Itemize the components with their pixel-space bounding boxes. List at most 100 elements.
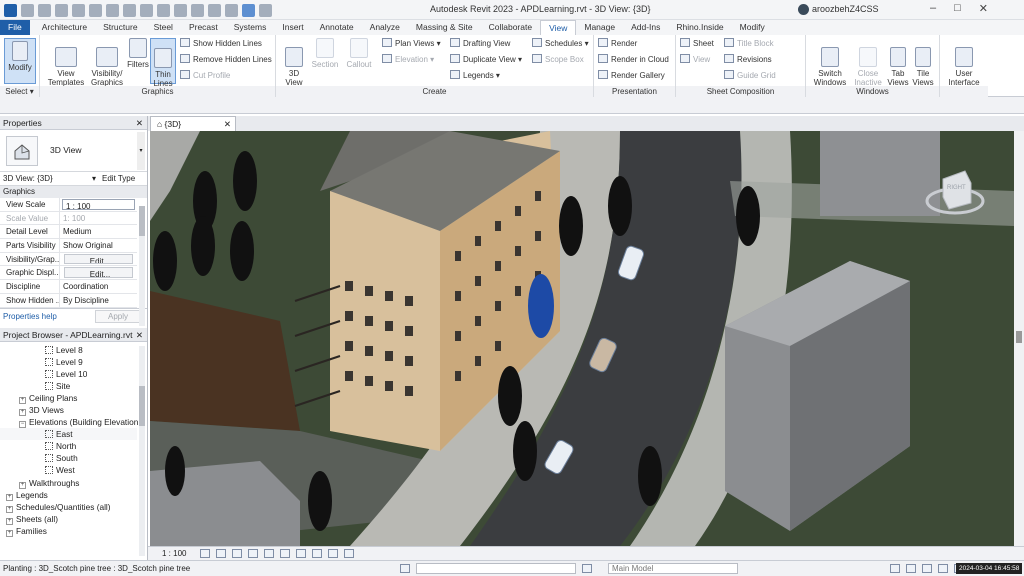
- visibility-graphics-button[interactable]: Visibility/ Graphics: [88, 38, 126, 87]
- sun-path-icon[interactable]: [232, 549, 242, 558]
- view-cube[interactable]: RIGHT: [925, 161, 985, 221]
- property-edit-button[interactable]: Edit...: [64, 267, 133, 279]
- chevron-down-icon[interactable]: ▾: [92, 172, 96, 186]
- user-interface-button[interactable]: User Interface: [944, 38, 984, 87]
- sheet-button[interactable]: Sheet: [680, 38, 714, 50]
- property-value[interactable]: By Discipline: [60, 294, 137, 307]
- 3d-viewport[interactable]: RIGHT: [150, 131, 1014, 546]
- tab-analyze[interactable]: Analyze: [362, 20, 408, 35]
- select-by-face-icon[interactable]: [938, 564, 948, 573]
- shadows-icon[interactable]: [248, 549, 258, 558]
- edit-type-button[interactable]: Edit Type: [102, 172, 135, 186]
- 3d-view-button[interactable]: 3D View: [280, 38, 308, 87]
- selected-scotch-pine-tree[interactable]: [528, 274, 554, 338]
- print-icon[interactable]: [106, 3, 119, 17]
- panel-label-select[interactable]: Select ▾: [0, 86, 39, 97]
- browser-item[interactable]: + Ceiling Plans: [0, 392, 137, 404]
- tab-precast[interactable]: Precast: [181, 20, 226, 35]
- user-name[interactable]: aroozbehZ4CSS: [812, 4, 879, 14]
- group-graphics[interactable]: Graphics: [0, 186, 147, 198]
- render-gallery-button[interactable]: Render Gallery: [598, 70, 665, 82]
- expand-icon[interactable]: +: [19, 396, 26, 404]
- render-dialog-icon[interactable]: [264, 549, 274, 558]
- thin-lines-button[interactable]: Thin Lines: [150, 38, 176, 88]
- callout-button[interactable]: Callout: [342, 38, 376, 69]
- redo-icon[interactable]: [89, 3, 102, 17]
- browser-item[interactable]: West: [0, 464, 137, 476]
- browser-item[interactable]: Level 8: [0, 344, 137, 356]
- 3d-view-icon[interactable]: [191, 3, 204, 17]
- browser-item[interactable]: Level 9: [0, 356, 137, 368]
- select-underlay-icon[interactable]: [906, 564, 916, 573]
- type-selector[interactable]: 3D View ▾: [0, 130, 147, 172]
- close-button[interactable]: ✕: [979, 2, 988, 15]
- schedules-button[interactable]: Schedules ▾: [532, 38, 589, 50]
- expand-icon[interactable]: +: [6, 493, 13, 501]
- browser-item[interactable]: + Walkthroughs: [0, 477, 137, 489]
- tab-steel[interactable]: Steel: [146, 20, 181, 35]
- expand-icon[interactable]: +: [6, 505, 13, 513]
- duplicate-view-button[interactable]: Duplicate View ▾: [450, 54, 522, 66]
- tab-architecture[interactable]: Architecture: [34, 20, 95, 35]
- open-icon[interactable]: [21, 3, 34, 17]
- browser-item[interactable]: East: [0, 428, 137, 441]
- browser-item[interactable]: +3D Views: [0, 404, 137, 416]
- render-button[interactable]: Render: [598, 38, 637, 50]
- remove-hidden-lines-button[interactable]: Remove Hidden Lines: [180, 54, 272, 66]
- filters-button[interactable]: Filters: [126, 38, 150, 69]
- avatar[interactable]: [798, 4, 809, 15]
- tab-view[interactable]: View: [540, 20, 577, 35]
- text-icon[interactable]: [174, 3, 187, 17]
- section-button[interactable]: Section: [308, 38, 342, 69]
- tag-icon[interactable]: [157, 3, 170, 17]
- browser-scrollbar[interactable]: [139, 346, 145, 556]
- switch-windows-button[interactable]: Switch Windows: [812, 38, 848, 87]
- select-links-icon[interactable]: [890, 564, 900, 573]
- type-dropdown[interactable]: ▾: [137, 132, 145, 170]
- design-option-dropdown[interactable]: Main Model: [608, 563, 738, 574]
- browser-item[interactable]: + Families: [0, 525, 137, 537]
- tab-systems[interactable]: Systems: [226, 20, 275, 35]
- sync-icon[interactable]: [55, 3, 68, 17]
- property-value[interactable]: 1: 100: [60, 212, 137, 225]
- expand-icon[interactable]: +: [19, 408, 26, 416]
- view-place-button[interactable]: View: [680, 54, 710, 66]
- expand-icon[interactable]: +: [6, 517, 13, 525]
- thin-lines-icon[interactable]: [225, 3, 238, 17]
- editable-only-icon[interactable]: [582, 564, 592, 573]
- measure-icon[interactable]: [123, 3, 136, 17]
- close-hidden-icon[interactable]: [242, 3, 255, 17]
- reveal-hidden-icon[interactable]: [344, 549, 354, 558]
- properties-help-link[interactable]: Properties help: [0, 312, 57, 321]
- temporary-hide-icon[interactable]: [328, 549, 338, 558]
- tab-insert[interactable]: Insert: [274, 20, 311, 35]
- select-pinned-icon[interactable]: [922, 564, 932, 573]
- close-inactive-button[interactable]: Close Inactive: [850, 38, 886, 87]
- detail-level-icon[interactable]: [200, 549, 210, 558]
- browser-item[interactable]: Site: [0, 380, 137, 392]
- save-icon[interactable]: [38, 3, 51, 17]
- show-hidden-lines-button[interactable]: Show Hidden Lines: [180, 38, 262, 50]
- close-icon[interactable]: ✕: [136, 328, 143, 342]
- tab-add-ins[interactable]: Add-Ins: [623, 20, 668, 35]
- title-block-button[interactable]: Title Block: [724, 38, 774, 50]
- property-value[interactable]: Show Original: [60, 239, 137, 252]
- scope-box-button[interactable]: Scope Box: [532, 54, 584, 66]
- browser-item[interactable]: Level 10: [0, 368, 137, 380]
- tab-modify[interactable]: Modify: [732, 20, 773, 35]
- maximize-button[interactable]: □: [954, 2, 961, 15]
- expand-icon[interactable]: +: [6, 529, 13, 537]
- view-templates-button[interactable]: View Templates: [46, 38, 86, 87]
- instance-selector[interactable]: 3D View: {3D} ▾ Edit Type: [0, 172, 147, 186]
- crop-view-icon[interactable]: [280, 549, 290, 558]
- collapse-icon[interactable]: −: [19, 421, 26, 429]
- plan-views-button[interactable]: Plan Views ▾: [382, 38, 441, 50]
- browser-item[interactable]: + Sheets (all): [0, 513, 137, 525]
- browser-item[interactable]: North: [0, 440, 137, 452]
- expand-icon[interactable]: +: [19, 481, 26, 489]
- crop-region-icon[interactable]: [296, 549, 306, 558]
- tab-collaborate[interactable]: Collaborate: [481, 20, 540, 35]
- close-icon[interactable]: ✕: [136, 116, 143, 130]
- tab-views-button[interactable]: Tab Views: [886, 38, 910, 87]
- view-scale[interactable]: 1 : 100: [148, 549, 186, 558]
